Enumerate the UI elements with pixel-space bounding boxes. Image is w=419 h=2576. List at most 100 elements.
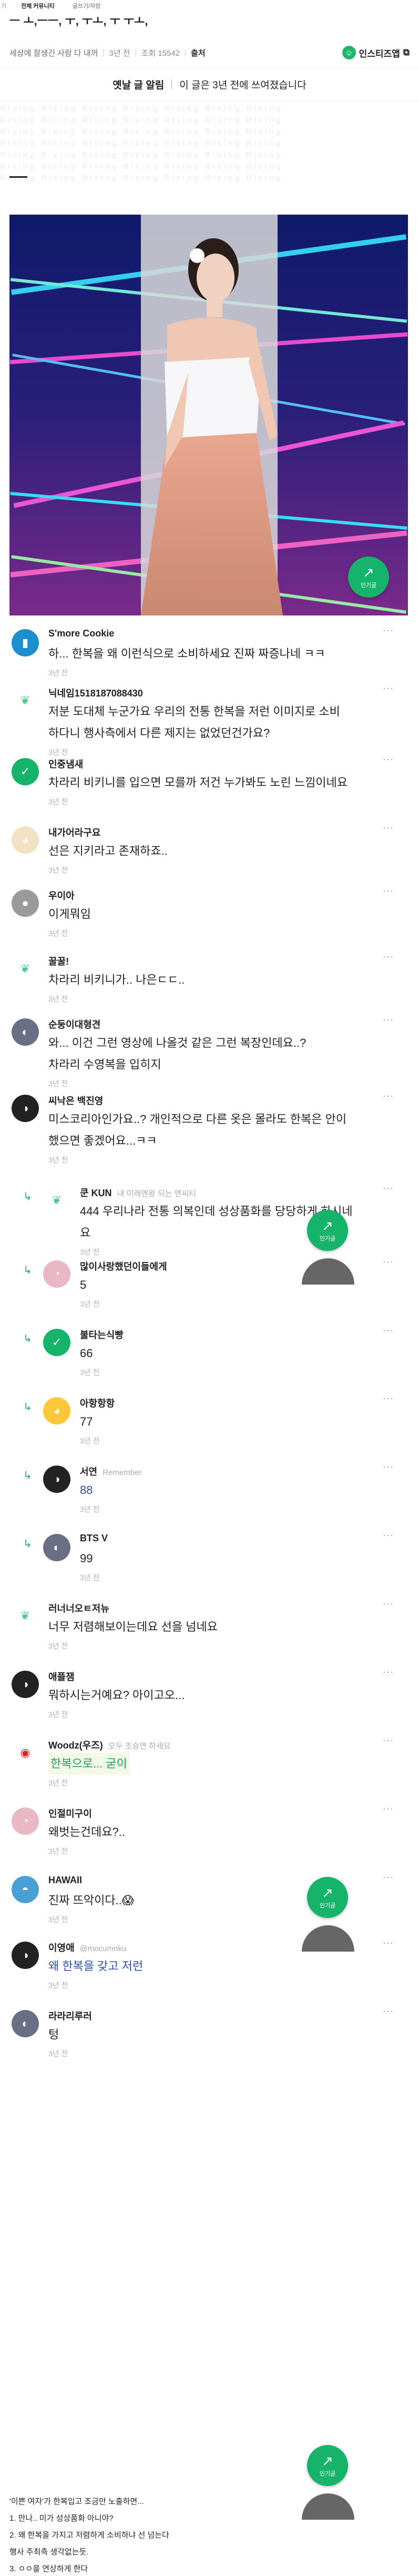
comment-text: 저분 도대체 누군가요 우리의 전통 한복을 저런 이미지로 소비 (48, 705, 340, 718)
footer-line: 1. 만나.. 미가 성상품화 아니야? (9, 2514, 114, 2523)
more-options-icon[interactable]: ··· (383, 951, 394, 962)
comment-author[interactable]: 인중냄새 (48, 757, 83, 771)
comment-author[interactable]: S'more Cookie (48, 628, 114, 639)
more-options-icon[interactable]: ··· (383, 754, 394, 765)
avatar[interactable]: ◑ (12, 1942, 39, 1969)
avatar[interactable]: ◐ (43, 1534, 70, 1561)
comment-author[interactable]: 순둥이대형견 (48, 1017, 100, 1031)
more-options-icon[interactable]: ··· (383, 1598, 394, 1609)
avatar[interactable]: ❦ (12, 687, 39, 714)
more-options-icon[interactable]: ··· (383, 1803, 394, 1814)
comment-author[interactable]: 러너너오ㅌ저뉴 (48, 1601, 109, 1615)
post-author[interactable]: 세상에 잘생긴 사람 다 내꺼 (9, 47, 98, 58)
instiz-app-button[interactable]: ☺ 인스티즈앱 ⧉ (342, 43, 410, 62)
comment-author[interactable]: 아항항항 (80, 1396, 115, 1410)
reply-arrow-icon: ↳ (23, 1538, 32, 1550)
more-options-icon[interactable]: ··· (383, 1872, 394, 1883)
avatar[interactable]: ◐ (12, 1018, 39, 1046)
comment-author[interactable]: 인절미구이 (48, 1806, 92, 1820)
avatar[interactable]: ❦ (43, 1187, 70, 1214)
back-icon[interactable]: 기 (0, 2, 7, 10)
comment-item: ↳ ◕ 아항항항 ··· 77 3년 전 (0, 1393, 419, 1463)
avatar[interactable]: ◑ (43, 1466, 70, 1493)
comment-author[interactable]: 이영애 @mocumnku (48, 1941, 126, 1954)
comment-author[interactable]: Woodz(우즈) 모두 조승연 하세요 (48, 1738, 171, 1752)
reply-arrow-icon: ↳ (23, 1470, 32, 1481)
comment-author[interactable]: 라라리루러 (48, 2009, 92, 2023)
avatar[interactable]: ◔ (12, 1807, 39, 1835)
comment-author[interactable]: 닉네임1518187088430 (48, 686, 143, 700)
more-options-icon[interactable]: ··· (383, 822, 394, 833)
popular-posts-button[interactable]: ↗ 인기글 (348, 557, 389, 598)
popular-posts-button[interactable]: ↗ 인기글 (307, 1877, 348, 1918)
comment-author[interactable]: 많이사랑했던이들에게 (80, 1259, 167, 1273)
comment-author[interactable]: BTS V (80, 1533, 108, 1544)
comment-author-subtitle: 모두 조승연 하세요 (108, 1742, 171, 1751)
avatar[interactable]: ◑ (12, 1095, 39, 1122)
breadcrumb-board[interactable]: 글쓰기/자랑 (73, 2, 101, 10)
breadcrumb-community[interactable]: 전체 커뮤니티 (21, 2, 55, 10)
comment-item: ↳ ◑ 서연 Remember ··· 88 3년 전 (0, 1461, 419, 1531)
comment-item: ↳ ✓ 불타는식빵 ··· 66 3년 전 (0, 1325, 419, 1395)
trending-up-icon: ↗ (363, 564, 374, 580)
comment-author[interactable]: 애플잼 (48, 1670, 75, 1683)
more-options-icon[interactable]: ··· (383, 683, 394, 694)
avatar[interactable]: ◐ (12, 2010, 39, 2037)
more-options-icon[interactable]: ··· (383, 1735, 394, 1746)
comment-text: 왜 한복을 갖고 저런 (48, 1959, 144, 1973)
post-image (9, 215, 408, 615)
more-options-icon[interactable]: ··· (383, 2006, 394, 2017)
avatar[interactable]: ◉ (12, 1739, 39, 1766)
more-options-icon[interactable]: ··· (383, 1256, 394, 1267)
popular-posts-button[interactable]: ↗ 인기글 (307, 2445, 348, 2486)
post-source[interactable]: 출처 (191, 47, 206, 58)
comment-author[interactable]: 서연 Remember (80, 1464, 141, 1478)
comment-author[interactable]: 내가어라구요 (48, 825, 100, 839)
popular-posts-button[interactable]: ↗ 인기글 (307, 1210, 348, 1251)
comment-time: 3년 전 (80, 1368, 100, 1377)
avatar[interactable]: ◓ (12, 1876, 39, 1903)
avatar[interactable]: ❦ (12, 955, 39, 983)
more-options-icon[interactable]: ··· (383, 1666, 394, 1678)
comment-item: ❦ 러너너오ㅌ저뉴 ··· 너무 저렴해보이는데요 선을 넘네요 3년 전 (0, 1598, 419, 1668)
comment-author-subtitle: 내 미래엔왕 되는 엔씨티 (117, 1189, 197, 1198)
avatar[interactable]: ◔ (43, 1260, 70, 1288)
comment-item: ↳ ◐ BTS V ··· 99 3년 전 (0, 1530, 419, 1600)
avatar[interactable]: ◑ (12, 1671, 39, 1698)
watermark: Rising Rising Rising Rising Rising Risin… (0, 104, 283, 183)
avatar[interactable]: ● (12, 890, 39, 917)
comment-text: 뭐하시는거예요? 아이고오... (48, 1689, 185, 1702)
comment-time: 3년 전 (48, 1847, 68, 1855)
avatar[interactable]: ◕ (12, 826, 39, 854)
comment-time: 3년 전 (48, 866, 68, 874)
avatar[interactable]: ✓ (12, 758, 39, 785)
more-options-icon[interactable]: ··· (383, 1014, 394, 1025)
more-options-icon[interactable]: ··· (383, 1325, 394, 1336)
comment-item: ◑ 이영애 @mocumnku ··· 왜 한복을 갖고 저런 3년 전 (0, 1937, 419, 2007)
more-options-icon[interactable]: ··· (383, 625, 394, 636)
comment-text: 66 (80, 1347, 93, 1360)
comment-author[interactable]: 씨낙은 백진영 (48, 1094, 103, 1107)
comment-author[interactable]: 쿤 KUN 내 미래엔왕 되는 엔씨티 (80, 1186, 196, 1199)
more-options-icon[interactable]: ··· (383, 1530, 394, 1541)
comment-author-subtitle: Remember (103, 1468, 142, 1477)
more-options-icon[interactable]: ··· (383, 1183, 394, 1194)
more-options-icon[interactable]: ··· (383, 1937, 394, 1948)
comment-item: ❦ 꿀꿀! ··· 차라리 비키니가.. 나은ㄷㄷ.. 3년 전 (0, 951, 419, 1021)
comment-author[interactable]: 꿀꿀! (48, 954, 69, 968)
avatar[interactable]: ▮ (12, 629, 39, 656)
comment-item: ↳ ◔ 많이사랑했던이들에게 ··· 5 3년 전 (0, 1256, 419, 1326)
more-options-icon[interactable]: ··· (383, 1461, 394, 1472)
more-options-icon[interactable]: ··· (383, 1090, 394, 1102)
more-options-icon[interactable]: ··· (383, 1393, 394, 1404)
comment-author[interactable]: 우이아 (48, 888, 75, 902)
comment-author[interactable]: HAWAII (48, 1875, 82, 1886)
avatar[interactable]: ✓ (43, 1329, 70, 1356)
avatar[interactable]: ❦ (12, 1602, 39, 1630)
comment-author[interactable]: 불타는식빵 (80, 1328, 124, 1341)
comment-time: 3년 전 (48, 1642, 68, 1650)
comment-time: 3년 전 (48, 1156, 68, 1164)
avatar[interactable]: ◕ (43, 1397, 70, 1425)
more-options-icon[interactable]: ··· (383, 885, 394, 896)
comment-time: 3년 전 (48, 2049, 68, 2058)
